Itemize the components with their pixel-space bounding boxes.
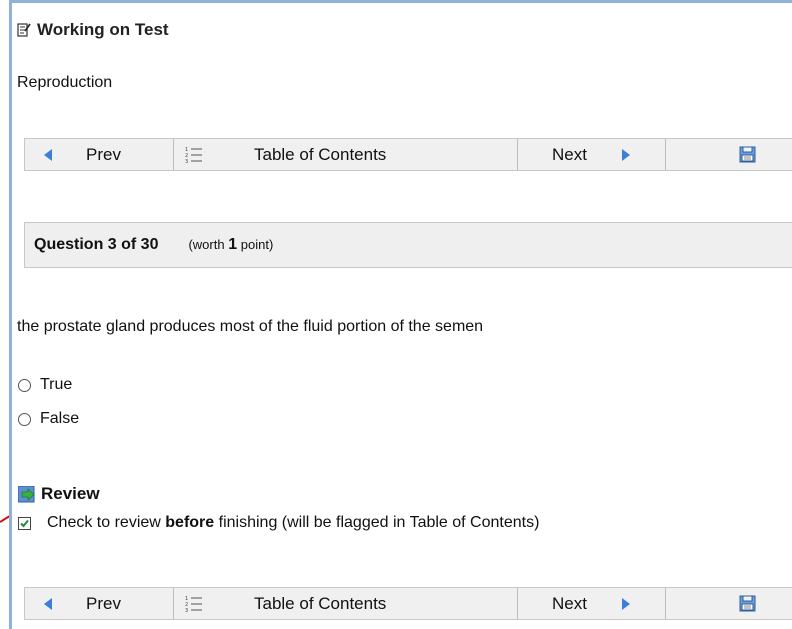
- title-row: Working on Test: [17, 18, 169, 42]
- option-false[interactable]: False: [18, 410, 79, 428]
- prev-arrow-icon: [44, 148, 52, 161]
- worth-prefix: (worth: [188, 237, 225, 252]
- question-header: Question 3 of 30 (worth 1 point): [24, 222, 792, 268]
- bottom-nav-bar: Prev 1 2 3 Table of Contents Next: [24, 587, 792, 620]
- review-row: Check to review before finishing (will b…: [18, 514, 539, 532]
- worth-points: 1: [228, 236, 238, 253]
- save-icon: [739, 146, 756, 163]
- checkmark-icon: [20, 519, 29, 527]
- prev-button-bottom[interactable]: Prev: [25, 588, 174, 619]
- radio-true[interactable]: [18, 378, 31, 392]
- toc-list-icon: 1 2 3: [185, 596, 202, 613]
- review-text: Check to review before finishing (will b…: [47, 514, 539, 532]
- save-icon: [739, 595, 756, 612]
- save-print-button-bottom[interactable]: [666, 588, 792, 619]
- toc-label: Table of Contents: [254, 144, 387, 164]
- prev-arrow-icon: [44, 597, 52, 610]
- page-title: Working on Test: [37, 20, 169, 39]
- svg-text:3: 3: [185, 608, 188, 613]
- question-text: the prostate gland produces most of the …: [17, 318, 484, 335]
- table-of-contents-button[interactable]: 1 2 3 Table of Contents: [174, 139, 518, 170]
- top-nav-bar: Prev 1 2 3 Table of Contents Next: [24, 138, 792, 171]
- test-subject: Reproduction: [17, 74, 113, 91]
- option-false-label: False: [40, 410, 80, 427]
- review-arrow-icon: [18, 485, 35, 502]
- review-label: Review: [41, 484, 100, 503]
- next-arrow-icon: [621, 148, 630, 161]
- next-arrow-icon: [621, 597, 630, 610]
- next-button[interactable]: Next: [518, 139, 666, 170]
- next-label: Next: [552, 144, 587, 164]
- worth-suffix: point): [240, 237, 274, 252]
- next-label: Next: [552, 593, 587, 613]
- prev-label: Prev: [86, 593, 121, 613]
- radio-false[interactable]: [18, 412, 31, 426]
- question-worth: (worth 1 point): [188, 236, 273, 254]
- toc-list-icon: 1 2 3: [185, 147, 202, 164]
- toc-label: Table of Contents: [254, 593, 387, 613]
- review-text-before: Check to review: [47, 514, 161, 531]
- review-heading: Review: [18, 484, 100, 504]
- prev-button[interactable]: Prev: [25, 139, 174, 170]
- test-frame: [9, 0, 792, 629]
- option-true[interactable]: True: [18, 376, 72, 394]
- option-true-label: True: [40, 376, 73, 393]
- table-of-contents-button-bottom[interactable]: 1 2 3 Table of Contents: [174, 588, 518, 619]
- review-text-after: finishing (will be flagged in Table of C…: [218, 514, 540, 531]
- next-button-bottom[interactable]: Next: [518, 588, 666, 619]
- svg-text:3: 3: [185, 159, 188, 164]
- edit-test-icon: [17, 23, 31, 37]
- review-text-bold: before: [165, 514, 215, 531]
- review-checkbox[interactable]: [18, 516, 31, 530]
- save-print-button[interactable]: [666, 139, 792, 170]
- prev-label: Prev: [86, 144, 121, 164]
- question-number: Question 3 of 30: [34, 236, 159, 253]
